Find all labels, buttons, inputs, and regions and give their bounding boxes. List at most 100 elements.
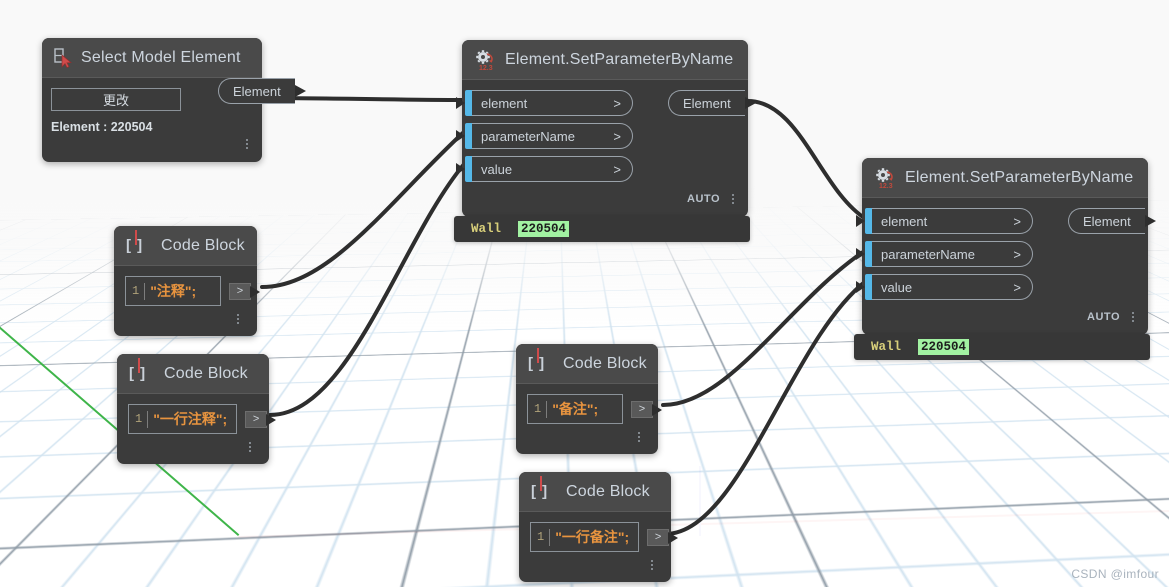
line-number: 1 [132,284,139,298]
input-port-value[interactable]: value > [465,156,633,182]
node-body: 1 "备注"; > [516,384,658,454]
node-body: 更改 Element Element : 220504 [42,78,262,162]
output-arrow-icon [668,532,678,544]
node-select-model-element[interactable]: Select Model Element 更改 Element Element … [42,38,262,162]
input-port-pill[interactable]: value > [472,156,633,182]
input-port-label: value [481,162,512,177]
axis-z-line [699,466,701,536]
input-port-pill[interactable]: element > [872,208,1033,234]
node-set-parameter-by-name-2[interactable]: 12.3 Element.SetParameterByName element … [862,158,1148,335]
wire-cb2-to-spbn1-value [270,163,465,415]
code-text: "注释"; [150,281,196,301]
input-arrow-icon [856,248,865,260]
svg-text:12.3: 12.3 [479,65,493,71]
node-menu-icon[interactable] [636,430,642,444]
node-header[interactable]: [ ] Code Block [519,472,671,512]
element-info-text: Element : 220504 [42,111,262,134]
node-code-block-3[interactable]: [ ] Code Block 1 "备注"; > [516,344,658,454]
node-set-parameter-by-name-1[interactable]: 12.3 Element.SetParameterByName element … [462,40,748,217]
code-editor[interactable]: 1 "备注"; [527,394,623,424]
node-body: 1 "一行注释"; > [117,394,269,464]
node-footer: AUTO [462,189,748,211]
input-port-pill[interactable]: parameterName > [872,241,1033,267]
node-menu-icon[interactable] [730,192,736,206]
text-caret [147,411,148,428]
code-text: "备注"; [552,399,598,419]
node-header[interactable]: 12.3 Element.SetParameterByName [462,40,748,80]
node-menu-icon[interactable] [247,440,253,454]
output-port-button[interactable]: > [647,529,669,546]
node-footer [516,424,658,448]
preview-value: 220504 [518,221,569,237]
node-footer: AUTO [862,307,1148,329]
input-port-label: parameterName [881,247,975,262]
preview-key: Wall [871,340,901,354]
node-code-block-4[interactable]: [ ] Code Block 1 "一行备注"; > [519,472,671,582]
input-arrow-icon [456,130,465,142]
code-editor[interactable]: 1 "一行注释"; [128,404,237,434]
output-port-element[interactable]: Element [668,90,745,116]
dynamo-canvas[interactable]: Select Model Element 更改 Element Element … [0,0,1169,587]
node-footer [42,134,262,156]
input-port-element[interactable]: element > [465,90,633,116]
lacing-mode-label[interactable]: AUTO [687,193,720,205]
chevron-right-icon: > [1013,247,1021,262]
output-port-label: Element [218,78,295,104]
node-footer [117,434,269,458]
preview-value: 220504 [918,339,969,355]
node-header[interactable]: Select Model Element [42,38,262,78]
node-title: Code Block [566,483,650,501]
node-code-block-2[interactable]: [ ] Code Block 1 "一行注释"; > [117,354,269,464]
output-port-button[interactable]: > [245,411,267,428]
input-port-pill[interactable]: element > [472,90,633,116]
preview-key: Wall [471,222,501,236]
node-header[interactable]: [ ] Code Block [114,226,257,266]
chevron-right-icon: > [1013,280,1021,295]
input-port-parametername[interactable]: parameterName > [865,241,1033,267]
change-button[interactable]: 更改 [51,88,181,111]
code-editor[interactable]: 1 "注释"; [125,276,221,306]
code-block-icon: [ ] [129,365,155,382]
code-block-icon: [ ] [126,237,152,254]
port-tab [865,241,872,267]
output-port-button[interactable]: > [229,283,251,300]
input-port-pill[interactable]: value > [872,274,1033,300]
node-body: element > parameterName > va [862,198,1148,335]
wire-cb1-to-spbn1-parametername [262,131,465,287]
port-tab [865,274,872,300]
input-port-pill[interactable]: parameterName > [472,123,633,149]
port-tab [865,208,872,234]
output-port-element[interactable]: Element [1068,208,1145,234]
output-port-button[interactable]: > [631,401,653,418]
node-header[interactable]: [ ] Code Block [516,344,658,384]
code-block-icon: [ ] [531,483,557,500]
port-tab [465,90,472,116]
line-number: 1 [534,402,541,416]
node-menu-icon[interactable] [649,558,655,572]
wire-spbn1-to-spbn2-element [748,101,866,219]
chevron-right-icon: > [253,413,259,425]
port-tab [465,156,472,182]
input-port-parametername[interactable]: parameterName > [465,123,633,149]
node-header[interactable]: 12.3 Element.SetParameterByName [862,158,1148,198]
node-title: Code Block [563,355,647,373]
node-header[interactable]: [ ] Code Block [117,354,269,394]
input-arrow-icon [456,163,465,175]
input-arrow-icon [856,281,865,293]
output-arrow-icon [295,85,306,97]
node-menu-icon[interactable] [1130,310,1136,324]
input-port-element[interactable]: element > [865,208,1033,234]
node-code-block-1[interactable]: [ ] Code Block 1 "注释"; > [114,226,257,336]
output-port-element[interactable]: Element [218,78,295,104]
lacing-mode-label[interactable]: AUTO [1087,311,1120,323]
select-model-element-icon [54,48,72,68]
node-footer [114,306,257,330]
output-port-label: Element [668,90,745,116]
node-menu-icon[interactable] [235,312,241,326]
line-number: 1 [537,530,544,544]
node-menu-icon[interactable] [244,137,250,151]
input-port-value[interactable]: value > [865,274,1033,300]
node-title: Element.SetParameterByName [505,51,733,69]
code-editor[interactable]: 1 "一行备注"; [530,522,639,552]
node-body: element > parameterName > va [462,80,748,217]
